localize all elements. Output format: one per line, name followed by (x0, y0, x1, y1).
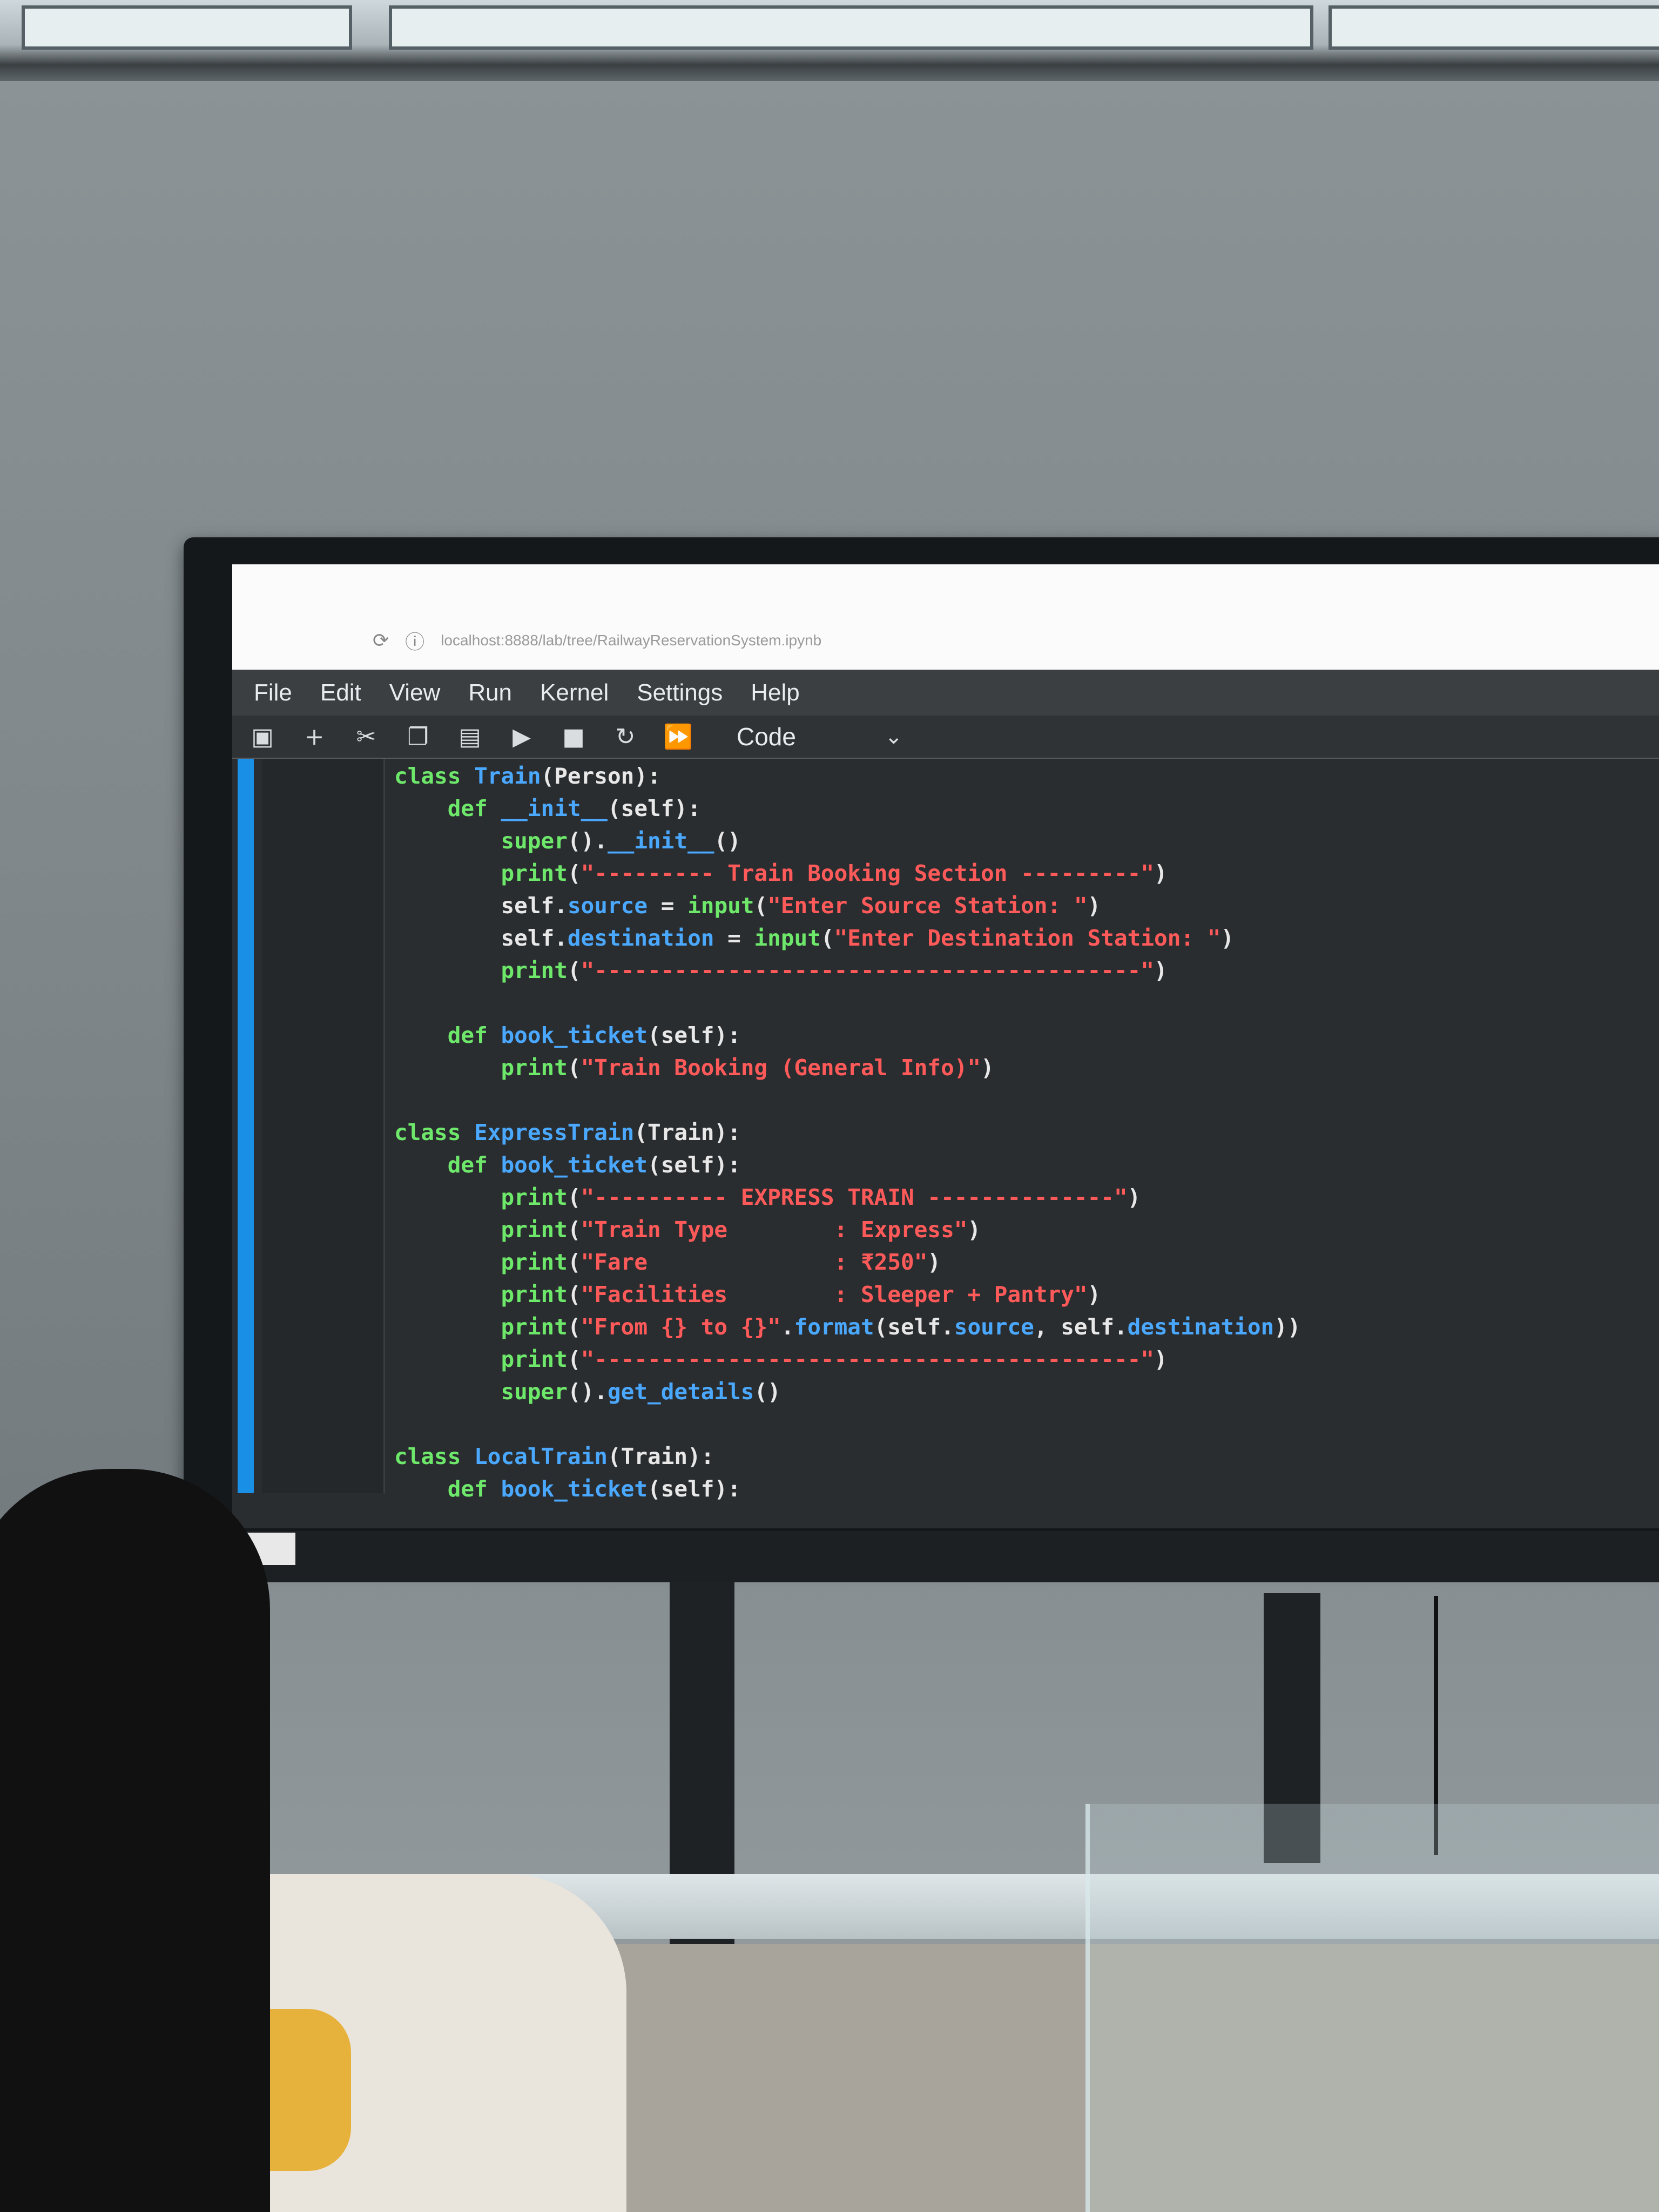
address-bar[interactable]: ⟳ ⓘ localhost:8888/lab/tree/RailwayReser… (373, 626, 821, 655)
code-line: class LocalTrain(Train): (394, 1444, 714, 1469)
code-line: print("--------- Train Booking Section -… (501, 860, 1168, 886)
add-cell-icon[interactable]: + (300, 723, 328, 751)
stop-icon[interactable]: ■ (559, 723, 588, 751)
ceiling-light (1328, 5, 1659, 50)
code-line: self.source = input("Enter Source Statio… (394, 893, 1101, 919)
restart-icon[interactable]: ↻ (611, 723, 639, 751)
code-line: super().get_details() (501, 1379, 781, 1405)
code-line: print("Fare : ₹250") (501, 1249, 941, 1275)
code-line: def book_ticket(self): (447, 1476, 741, 1502)
ceiling (0, 0, 1659, 81)
cell-type-select[interactable]: Code (737, 722, 796, 751)
copy-icon[interactable]: ❐ (404, 723, 432, 751)
monitor-bottom-bezel (184, 1531, 1659, 1582)
code-line: def __init__(self): (447, 795, 701, 821)
monitor-screen: ⟳ ⓘ localhost:8888/lab/tree/RailwayReser… (232, 564, 1659, 1528)
code-line: class Train(Person): (394, 763, 661, 789)
ceiling-light (389, 5, 1313, 50)
menu-file[interactable]: File (254, 679, 292, 706)
glass-partition (1085, 1804, 1659, 2212)
code-line: print("Train Type : Express") (501, 1217, 981, 1243)
fast-forward-icon[interactable]: ⏩ (663, 723, 693, 751)
code-line: print("From {} to {}".format(self.source… (501, 1314, 1301, 1340)
chevron-down-icon[interactable]: ⌄ (885, 724, 903, 749)
menu-help[interactable]: Help (751, 679, 800, 706)
code-line: print("Facilities : Sleeper + Pantry") (501, 1282, 1101, 1307)
code-line: print("---------------------------------… (501, 1346, 1168, 1372)
code-line: print("---------- EXPRESS TRAIN --------… (501, 1184, 1141, 1210)
code-line: def book_ticket(self): (447, 1022, 741, 1048)
menubar: File Edit View Run Kernel Settings Help (232, 670, 1659, 716)
menu-view[interactable]: View (389, 679, 441, 706)
code-line: self.destination = input("Enter Destinat… (394, 925, 1235, 951)
code-line: super().__init__() (501, 828, 741, 854)
code-line: print("Train Booking (General Info)") (501, 1055, 994, 1081)
person-head (0, 1469, 270, 2212)
browser-bar: ⟳ ⓘ localhost:8888/lab/tree/RailwayReser… (232, 564, 1659, 670)
reload-icon[interactable]: ⟳ (373, 630, 389, 652)
run-icon[interactable]: ▶ (508, 723, 536, 751)
code-line: def book_ticket(self): (447, 1152, 741, 1178)
active-cell-marker (238, 759, 254, 1493)
code-line: print("---------------------------------… (501, 957, 1168, 983)
cut-icon[interactable]: ✂ (352, 723, 380, 751)
ceiling-light (22, 5, 352, 50)
menu-kernel[interactable]: Kernel (540, 679, 609, 706)
code-line: class ExpressTrain(Train): (394, 1120, 741, 1145)
paste-icon[interactable]: ▤ (456, 723, 484, 751)
site-info-icon[interactable]: ⓘ (405, 626, 424, 655)
menu-run[interactable]: Run (468, 679, 512, 706)
notebook-toolbar: ▣ + ✂ ❐ ▤ ▶ ■ ↻ ⏩ Code ⌄ (232, 716, 1659, 759)
code-editor[interactable]: class Train(Person): def __init__(self):… (394, 760, 1301, 1505)
code-cell[interactable]: class Train(Person): def __init__(self):… (232, 759, 1659, 1528)
cell-gutter (262, 759, 385, 1493)
save-icon[interactable]: ▣ (248, 723, 276, 751)
url-text[interactable]: localhost:8888/lab/tree/RailwayReservati… (441, 632, 821, 649)
menu-edit[interactable]: Edit (320, 679, 361, 706)
menu-settings[interactable]: Settings (637, 679, 723, 706)
